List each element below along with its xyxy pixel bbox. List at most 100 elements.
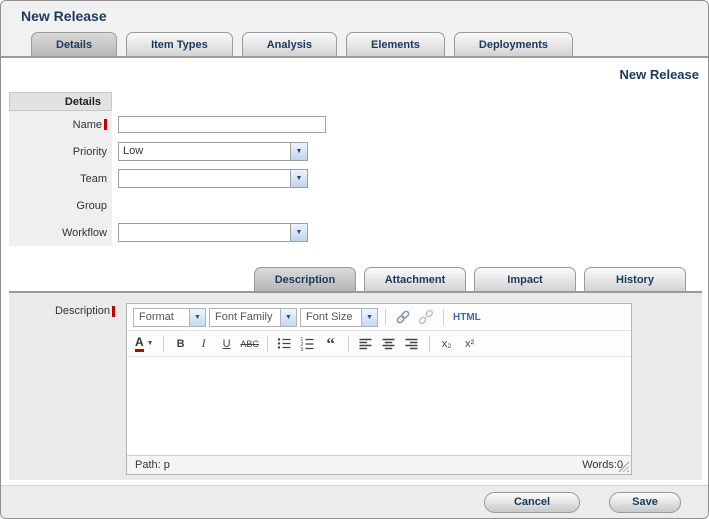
tab-item-types[interactable]: Item Types	[126, 32, 233, 56]
subscript-icon: x₂	[442, 338, 452, 350]
tab-label: Impact	[507, 274, 542, 286]
tab-label: Deployments	[479, 39, 548, 51]
tab-description[interactable]: Description	[254, 267, 356, 291]
sub-tab-bar: Description Attachment Impact History	[254, 267, 686, 291]
bullet-list-icon	[277, 336, 292, 351]
chevron-down-icon: ▼	[361, 309, 377, 326]
tab-impact[interactable]: Impact	[474, 267, 576, 291]
font-color-button[interactable]: A ▼	[133, 334, 156, 354]
form-row-priority: Priority Low ▼	[9, 138, 689, 165]
bullet-list-button[interactable]	[275, 334, 295, 354]
tab-label: Description	[275, 274, 336, 286]
details-section-header: Details	[9, 92, 112, 111]
align-center-icon	[381, 336, 396, 351]
new-release-window: New Release Details Item Types Analysis …	[0, 0, 709, 519]
blockquote-button[interactable]: “	[321, 334, 341, 354]
workflow-label: Workflow	[9, 219, 112, 246]
toolbar-separator	[163, 336, 164, 352]
bold-button[interactable]: B	[171, 334, 191, 354]
save-button[interactable]: Save	[609, 492, 681, 513]
format-dropdown[interactable]: Format ▼	[133, 308, 206, 327]
tab-label: Attachment	[385, 274, 446, 286]
toolbar-separator	[348, 336, 349, 352]
underline-button[interactable]: U	[217, 334, 237, 354]
team-select[interactable]: ▼	[118, 169, 308, 188]
details-form: Name Priority Low ▼ Team	[9, 111, 689, 246]
align-right-button[interactable]	[402, 334, 422, 354]
align-center-button[interactable]	[379, 334, 399, 354]
form-heading: New Release	[620, 67, 700, 82]
numbered-list-button[interactable]: 1 2 3	[298, 334, 318, 354]
italic-button[interactable]: I	[194, 334, 214, 354]
tab-label: Analysis	[267, 39, 312, 51]
label-text: Name	[73, 119, 102, 131]
subscript-button[interactable]: x₂	[437, 334, 457, 354]
footer-bar: Cancel Save	[1, 485, 708, 518]
required-indicator	[112, 306, 115, 317]
superscript-button[interactable]: x²	[460, 334, 480, 354]
toolbar-separator	[385, 309, 386, 325]
priority-select[interactable]: Low ▼	[118, 142, 308, 161]
cancel-button[interactable]: Cancel	[484, 492, 580, 513]
description-label: Description	[9, 305, 115, 317]
font-family-value: Font Family	[210, 309, 280, 326]
tab-elements[interactable]: Elements	[346, 32, 445, 56]
svg-text:3: 3	[301, 347, 304, 351]
chevron-down-icon: ▼	[290, 170, 307, 187]
required-indicator	[104, 119, 107, 130]
editor-path: Path: p	[135, 459, 170, 471]
label-text: Team	[80, 173, 107, 185]
tab-attachment[interactable]: Attachment	[364, 267, 466, 291]
page-title: New Release	[21, 8, 107, 24]
unlink-button[interactable]	[416, 307, 436, 327]
name-label: Name	[9, 111, 112, 138]
tab-history[interactable]: History	[584, 267, 686, 291]
label-text: Priority	[73, 146, 107, 158]
link-icon	[395, 309, 411, 325]
form-row-team: Team ▼	[9, 165, 689, 192]
chevron-down-icon: ▼	[280, 309, 296, 326]
form-row-group: Group	[9, 192, 689, 219]
chevron-down-icon: ▼	[290, 143, 307, 160]
underline-icon: U	[223, 338, 231, 350]
chevron-down-icon: ▼	[147, 340, 154, 347]
details-header-label: Details	[65, 96, 101, 108]
editor-toolbar-row2: A ▼ B I U ABC 1 2	[127, 331, 631, 357]
editor-toolbar-row1: Format ▼ Font Family ▼ Font Size ▼	[127, 304, 631, 331]
team-value	[119, 170, 290, 187]
chevron-down-icon: ▼	[290, 224, 307, 241]
label-text: Group	[76, 200, 107, 212]
align-right-icon	[404, 336, 419, 351]
form-row-workflow: Workflow ▼	[9, 219, 689, 246]
font-size-dropdown[interactable]: Font Size ▼	[300, 308, 378, 327]
team-label: Team	[9, 165, 112, 192]
html-source-button[interactable]: HTML	[453, 312, 481, 323]
main-tab-bar: Details Item Types Analysis Elements Dep…	[31, 32, 573, 56]
name-input[interactable]	[118, 116, 326, 133]
group-label: Group	[9, 192, 112, 219]
editor-statusbar: Path: p Words:0	[127, 455, 631, 474]
tab-label: History	[616, 274, 654, 286]
description-section: Description Format ▼ Font Family ▼ Font …	[9, 291, 702, 480]
bold-icon: B	[177, 338, 185, 350]
link-button[interactable]	[393, 307, 413, 327]
tab-label: Elements	[371, 39, 420, 51]
tab-label: Details	[56, 39, 92, 51]
tab-details[interactable]: Details	[31, 32, 117, 56]
toolbar-separator	[443, 309, 444, 325]
editor-content-area[interactable]	[127, 357, 631, 455]
tab-label: Item Types	[151, 39, 208, 51]
strikethrough-button[interactable]: ABC	[240, 334, 260, 354]
format-value: Format	[134, 309, 189, 326]
font-family-dropdown[interactable]: Font Family ▼	[209, 308, 297, 327]
font-color-icon: A	[135, 336, 144, 352]
tab-analysis[interactable]: Analysis	[242, 32, 337, 56]
strikethrough-icon: ABC	[240, 339, 259, 349]
label-text: Workflow	[62, 227, 107, 239]
chevron-down-icon: ▼	[189, 309, 205, 326]
align-left-button[interactable]	[356, 334, 376, 354]
workflow-select[interactable]: ▼	[118, 223, 308, 242]
tab-deployments[interactable]: Deployments	[454, 32, 573, 56]
priority-value: Low	[119, 143, 290, 160]
label-text: Description	[55, 305, 110, 317]
